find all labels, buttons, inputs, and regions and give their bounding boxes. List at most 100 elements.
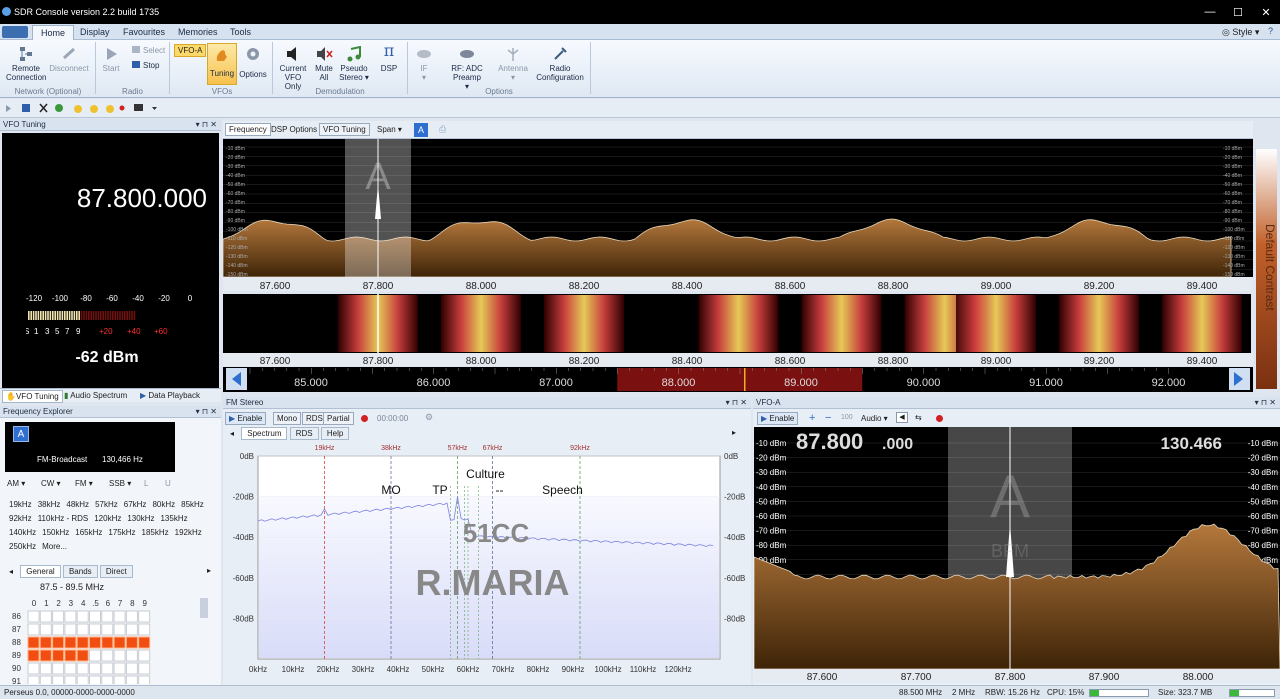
quick-stop-icon[interactable] — [22, 104, 30, 112]
filter-item[interactable]: 135kHz — [160, 514, 187, 523]
band-grid-cell[interactable] — [64, 636, 77, 649]
tab-home[interactable]: Home — [32, 25, 75, 40]
fm-tab-rds[interactable]: RDS — [289, 427, 319, 440]
band-grid-scrollbar[interactable] — [200, 598, 208, 618]
rf-preamp-button[interactable]: RF: ADC Preamp ▾ — [438, 46, 496, 91]
filter-item[interactable]: More... — [42, 542, 67, 551]
quick-play-icon[interactable] — [6, 105, 11, 112]
vfo-link-icon[interactable]: ⇆ — [915, 413, 922, 422]
band-grid-cell[interactable] — [89, 636, 101, 649]
band-grid-cell[interactable] — [125, 610, 138, 623]
bottom-tab-audio-spectrum[interactable]: ▮ Audio Spectrum — [64, 391, 127, 400]
mode-ssb-button[interactable]: SSB ▾ — [109, 479, 139, 488]
band-grid-cell[interactable] — [27, 610, 40, 623]
band-grid-cell[interactable] — [89, 662, 101, 675]
fm-settings-icon[interactable]: ⚙ — [425, 412, 433, 423]
filter-item[interactable]: 85kHz — [181, 500, 204, 509]
band-grid-cell[interactable] — [113, 636, 126, 649]
filter-item[interactable]: 185kHz — [142, 528, 169, 537]
band-grid-cell[interactable] — [138, 675, 151, 684]
band-grid-cell[interactable] — [89, 649, 101, 662]
filter-item[interactable]: 110kHz - RDS — [38, 514, 89, 523]
tab-display[interactable]: Display — [72, 25, 118, 40]
band-grid-cell[interactable] — [64, 610, 77, 623]
band-grid-cell[interactable] — [138, 636, 151, 649]
filter-item[interactable]: 80kHz — [152, 500, 175, 509]
fm-tab-help[interactable]: Help — [320, 427, 350, 440]
band-grid-cell[interactable] — [64, 649, 77, 662]
antenna-button[interactable]: Antenna ▾ — [497, 46, 529, 82]
mode-u-button[interactable]: U — [165, 479, 171, 488]
close-icon[interactable]: ✕ — [1252, 0, 1280, 24]
band-grid-cell[interactable] — [52, 610, 65, 623]
dsp-options-tab[interactable]: DSP Options — [271, 125, 317, 134]
band-grid-cell[interactable] — [113, 675, 126, 684]
band-grid-cell[interactable] — [52, 675, 65, 684]
band-grid-cell[interactable] — [113, 662, 126, 675]
band-grid-cell[interactable] — [39, 636, 52, 649]
sub-tab-bands[interactable]: Bands — [62, 565, 98, 578]
memory-2-icon[interactable] — [90, 105, 98, 113]
band-grid-cell[interactable] — [125, 636, 138, 649]
band-grid-cell[interactable] — [113, 610, 126, 623]
vfo-record-icon[interactable] — [936, 415, 943, 422]
band-grid-cell[interactable] — [101, 675, 114, 684]
filter-item[interactable]: 250kHz — [9, 542, 36, 551]
memory-1-icon[interactable] — [74, 105, 82, 113]
band-grid-cell[interactable] — [101, 610, 114, 623]
band-grid-cell[interactable] — [89, 675, 101, 684]
band-grid-cell[interactable] — [27, 623, 40, 636]
bottom-tab-data-playback[interactable]: ▶ Data Playback — [140, 391, 200, 400]
filter-item[interactable]: 140kHz — [9, 528, 36, 537]
band-grid-cell[interactable] — [138, 610, 151, 623]
sub-tab-general[interactable]: General — [20, 565, 61, 578]
app-menu-button[interactable] — [2, 26, 28, 38]
vfo-a-enable-button[interactable]: ▶ Enable — [757, 412, 799, 425]
filter-item[interactable]: 192kHz — [175, 528, 202, 537]
vfo-a-toggle[interactable]: A — [414, 123, 428, 137]
style-menu[interactable]: ◎ Style ▾ — [1222, 27, 1259, 38]
vfo-a-button[interactable]: VFO-A — [174, 44, 207, 57]
pseudo-stereo-button[interactable]: Pseudo Stereo ▾ — [337, 45, 371, 82]
band-grid-cell[interactable] — [27, 649, 40, 662]
help-icon[interactable]: ? — [1268, 26, 1273, 36]
audio-dropdown[interactable]: Audio ▾ — [861, 414, 888, 423]
stop-button[interactable]: Stop — [132, 61, 159, 70]
dsp-button[interactable]: π DSP — [375, 43, 403, 74]
band-grid-cell[interactable] — [52, 623, 65, 636]
panel-close-icon[interactable]: ▾ ⊓ ✕ — [196, 120, 217, 129]
frequency-tab[interactable]: Frequency — [225, 123, 271, 136]
zoom-in-icon[interactable]: + — [809, 412, 815, 424]
band-grid-cell[interactable] — [125, 649, 138, 662]
print-icon[interactable]: ⎙ — [439, 124, 446, 135]
band-grid-cell[interactable] — [101, 662, 114, 675]
band-grid-cell[interactable] — [39, 662, 52, 675]
mode-l-button[interactable]: L — [144, 479, 148, 488]
band-grid-cell[interactable] — [39, 623, 52, 636]
fm-tab-right-arrow[interactable]: ▸ — [727, 427, 741, 438]
band-grid-cell[interactable] — [138, 662, 151, 675]
sub-tab-left-arrow[interactable]: ◂ — [4, 566, 18, 577]
mode-fm-button[interactable]: FM ▾ — [75, 479, 103, 488]
memory-3-icon[interactable] — [106, 105, 114, 113]
vfo-frequency[interactable]: 87.800.000 — [2, 183, 207, 214]
quick-close-icon[interactable] — [39, 103, 48, 113]
camera-icon[interactable] — [134, 104, 143, 111]
band-grid[interactable]: 0 1 2 3 4.5 6 7 8 9868788899091 — [10, 596, 210, 684]
toolbar-dropdown-icon[interactable] — [152, 107, 157, 110]
zoom-out-icon[interactable]: − — [825, 412, 831, 424]
fm-record-icon[interactable] — [361, 415, 368, 422]
band-grid-cell[interactable] — [64, 662, 77, 675]
filter-item[interactable]: 92kHz — [9, 514, 32, 523]
tuning-button[interactable]: Tuning — [207, 43, 237, 85]
fm-tab-left-arrow[interactable]: ◂ — [225, 428, 239, 439]
current-vfo-only-button[interactable]: Current VFO Only — [276, 46, 310, 91]
partial-button[interactable]: Partial — [323, 412, 354, 425]
band-grid-cell[interactable] — [76, 649, 89, 662]
band-grid-cell[interactable] — [52, 636, 65, 649]
start-button[interactable]: Start — [99, 46, 123, 73]
band-grid-cell[interactable] — [138, 623, 151, 636]
band-grid-cell[interactable] — [27, 675, 40, 684]
band-grid-cell[interactable] — [39, 649, 52, 662]
vfo-a-close-icon[interactable]: ▾ ⊓ ✕ — [1255, 398, 1276, 407]
